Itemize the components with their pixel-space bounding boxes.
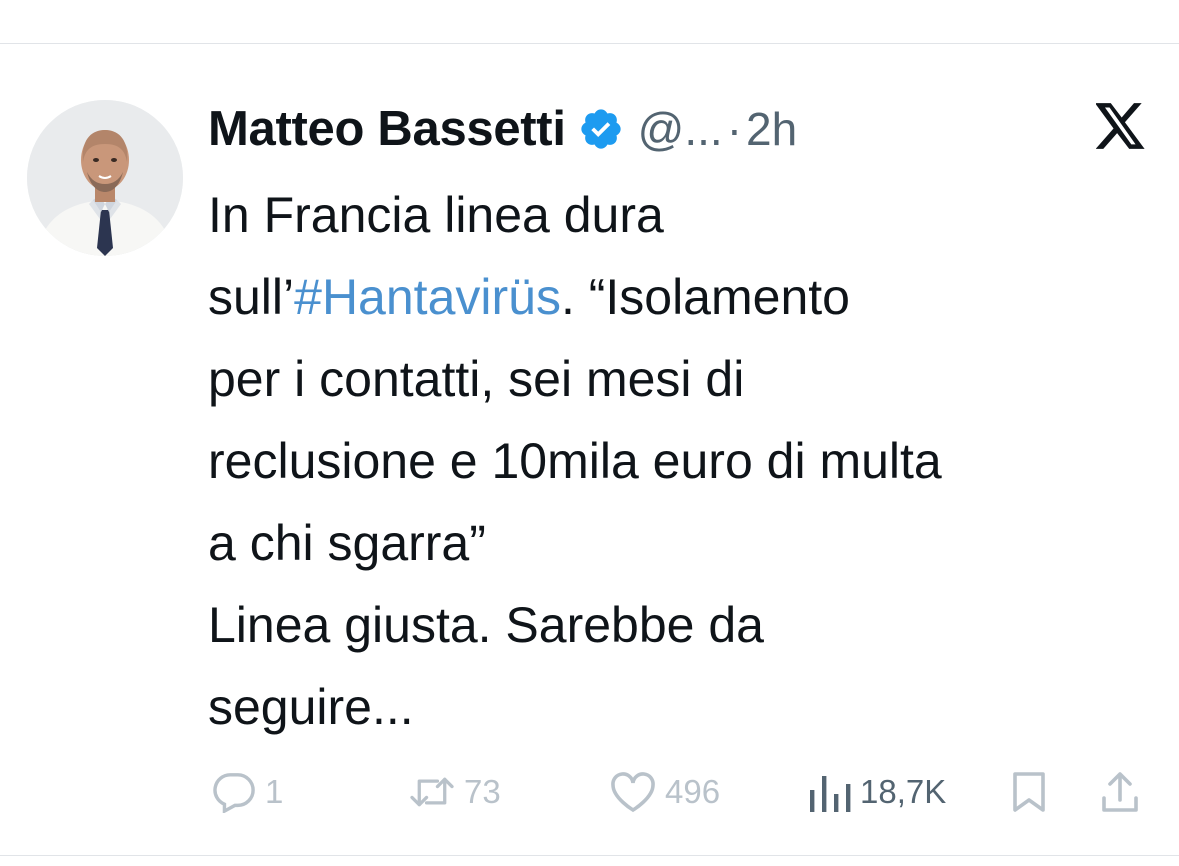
avatar[interactable] (27, 100, 183, 256)
tweet-text: In Francia linea dura sull’#Hantavirüs. … (208, 174, 1158, 748)
reply-icon (211, 771, 257, 813)
views-button[interactable]: 18,7K (808, 760, 946, 824)
heart-icon (609, 771, 657, 813)
separator-dot: · (726, 103, 743, 155)
tweet-line: sull’#Hantavirüs. “Isolamento (208, 256, 1158, 338)
author-handle[interactable]: @... (638, 102, 723, 156)
action-bar: 1 73 496 18,7K (0, 760, 1179, 824)
repost-count: 73 (464, 773, 501, 810)
tweet-header: Matteo Bassetti @... · 2h (208, 94, 797, 164)
repost-icon (408, 772, 456, 812)
tweet-line: per i contatti, sei mesi di (208, 351, 745, 407)
verified-badge-icon (578, 106, 624, 152)
like-count: 496 (665, 773, 721, 810)
timestamp[interactable]: 2h (746, 102, 797, 156)
like-button[interactable]: 496 (609, 760, 720, 824)
bookmark-button[interactable] (1009, 760, 1049, 824)
avatar-portrait (27, 100, 183, 256)
tweet-line: reclusione e 10mila euro di multa (208, 433, 942, 489)
tweet-line: seguire... (208, 679, 414, 735)
share-button[interactable] (1099, 760, 1141, 824)
tweet-line: Linea giusta. Sarebbe da (208, 597, 764, 653)
author-name[interactable]: Matteo Bassetti (208, 101, 566, 157)
repost-button[interactable]: 73 (408, 760, 501, 824)
hashtag-link[interactable]: #Hantavirüs (294, 269, 561, 325)
views-count: 18,7K (860, 773, 947, 810)
tweet-line: In Francia linea dura (208, 187, 664, 243)
reply-button[interactable]: 1 (211, 760, 283, 824)
bottom-divider (0, 855, 1179, 856)
reply-count: 1 (265, 773, 284, 810)
bookmark-icon (1009, 770, 1049, 814)
x-logo-icon (1094, 103, 1146, 149)
text-fragment: . “Isolamento (560, 269, 850, 325)
text-fragment: sull’ (208, 269, 295, 325)
share-icon (1099, 770, 1141, 814)
views-chart-icon (808, 772, 852, 812)
top-divider (0, 43, 1179, 44)
tweet-line: a chi sgarra” (208, 515, 486, 571)
